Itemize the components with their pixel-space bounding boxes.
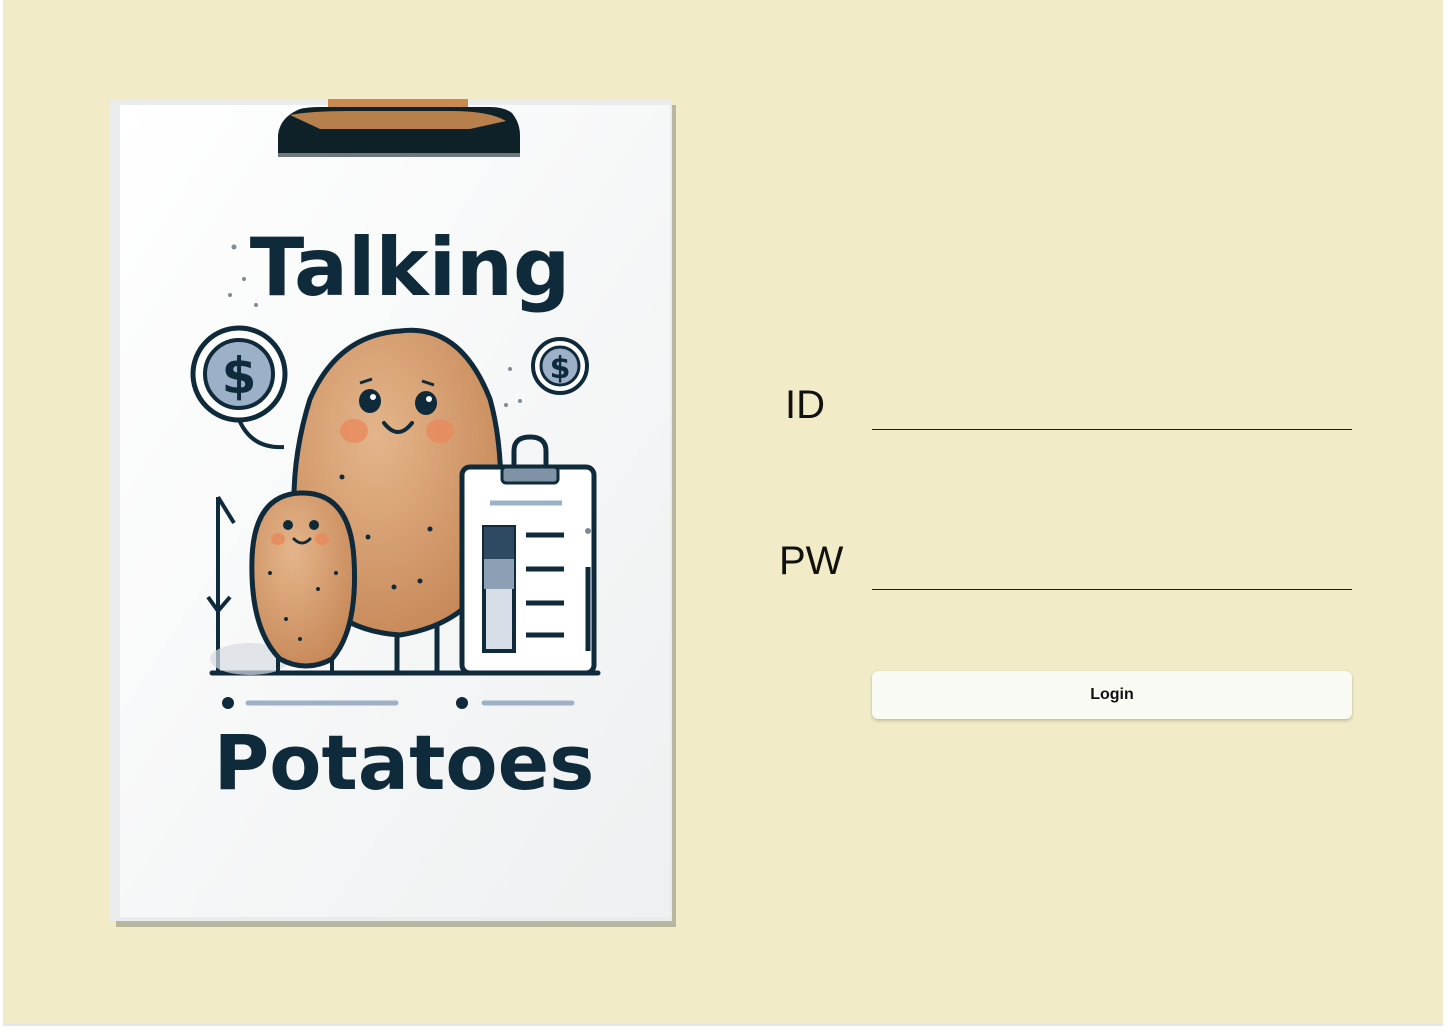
id-label: ID: [785, 383, 825, 427]
id-input[interactable]: [872, 386, 1352, 430]
pw-label: PW: [779, 539, 844, 583]
login-page: Talking $ $ Potatoes ID PW Login: [3, 0, 1443, 1026]
poster-title-bottom: Potatoes: [214, 718, 595, 807]
clipboard-clip-icon: [278, 99, 520, 157]
poster-illustration: Talking $ $ Potatoes: [110, 99, 676, 927]
poster-title-top: Talking: [250, 221, 571, 314]
poster-image: Talking $ $ Potatoes: [110, 99, 676, 927]
svg-text:$: $: [550, 351, 571, 386]
svg-text:$: $: [222, 347, 257, 405]
login-button[interactable]: Login: [872, 671, 1352, 719]
small-potato-icon: [249, 490, 357, 673]
pw-input[interactable]: [872, 546, 1352, 590]
coin-icon: $: [531, 337, 589, 395]
clipboard-icon: [459, 434, 597, 676]
